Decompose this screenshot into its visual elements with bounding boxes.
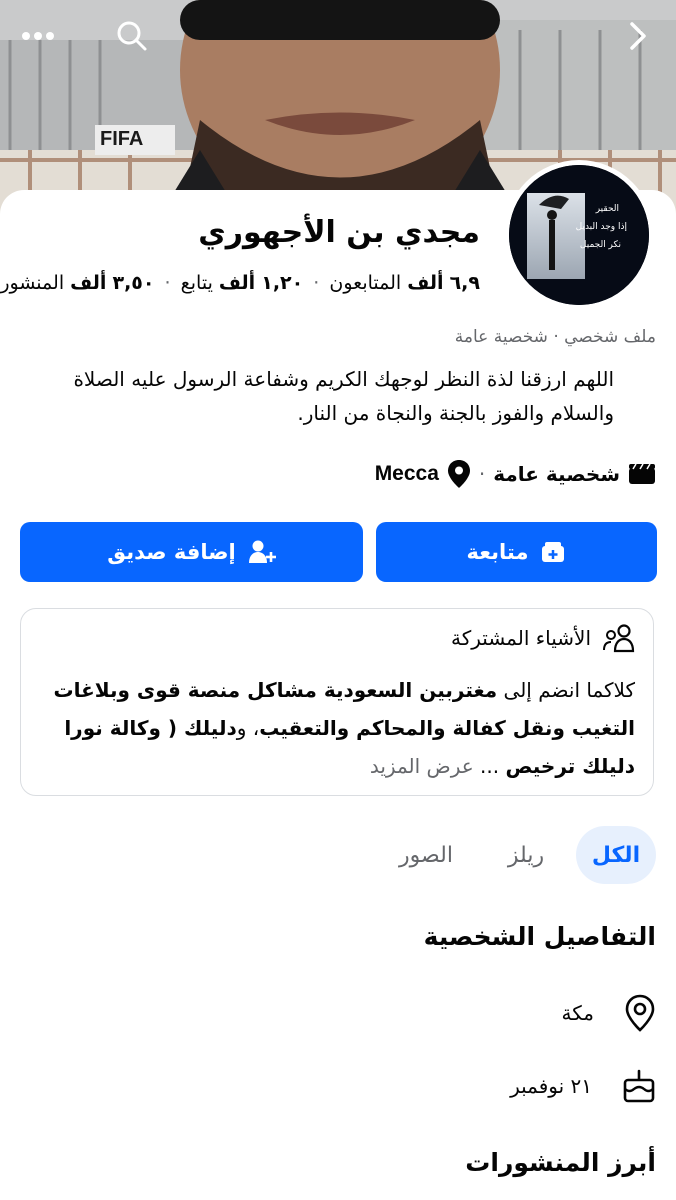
profile-meta: ملف شخصي · شخصية عامة bbox=[454, 327, 656, 347]
more-dots-icon bbox=[22, 32, 54, 40]
mutual-card-title: الأشياء المشتركة bbox=[451, 626, 591, 650]
follow-icon bbox=[542, 542, 565, 562]
see-more-link[interactable]: عرض المزيد bbox=[370, 754, 474, 778]
profile-category: شخصية عامة bbox=[493, 462, 620, 486]
profile-name: مجدي بن الأجهوري bbox=[198, 215, 480, 250]
back-button[interactable] bbox=[612, 10, 664, 62]
posts-count[interactable]: ٣,٥٠ bbox=[112, 272, 154, 294]
mutual-card-header: الأشياء المشتركة bbox=[451, 623, 635, 653]
mutual-ellipsis: ... bbox=[473, 754, 506, 778]
avatar-line-1: الحقير bbox=[595, 204, 619, 214]
follow-button-label: متابعة bbox=[466, 540, 529, 564]
avatar-image: الحقير إذا وجد البديل نكر الجميل bbox=[509, 165, 649, 305]
search-icon bbox=[117, 21, 147, 51]
avatar-art: الحقير إذا وجد البديل نكر الجميل bbox=[509, 165, 649, 305]
avatar-line-2: إذا وجد البديل bbox=[576, 222, 627, 232]
following-unit: ألف bbox=[218, 272, 256, 294]
following-label[interactable]: يتابع bbox=[181, 272, 213, 294]
add-friend-button[interactable]: إضافة صديق bbox=[20, 522, 363, 582]
more-options-button[interactable] bbox=[12, 10, 64, 62]
mutual-middle: ، و bbox=[236, 716, 260, 740]
tab-all[interactable]: الكل bbox=[576, 826, 656, 884]
stats-separator: · bbox=[313, 272, 320, 294]
profile-info-line: شخصية عامة · Mecca bbox=[375, 457, 656, 491]
personal-details-title: التفاصيل الشخصية bbox=[423, 922, 656, 951]
cover-text: FIFA bbox=[100, 128, 144, 150]
search-button[interactable] bbox=[106, 10, 158, 62]
stats-separator: · bbox=[164, 272, 171, 294]
location-pin-icon bbox=[625, 994, 655, 1032]
mutual-card-body: كلاكما انضم إلى مغتربين السعودية مشاكل م… bbox=[39, 671, 636, 785]
detail-birthday[interactable]: ٢١ نوفمبر bbox=[510, 1061, 656, 1111]
avatar-line-3: نكر الجميل bbox=[580, 240, 621, 250]
featured-posts-title: أبرز المنشورات bbox=[465, 1148, 656, 1177]
posts-unit: ألف bbox=[70, 272, 107, 294]
mutual-things-card[interactable]: الأشياء المشتركة كلاكما انضم إلى مغتربين… bbox=[20, 608, 654, 796]
detail-birthday-text: ٢١ نوفمبر bbox=[510, 1074, 592, 1098]
location-pin-icon bbox=[447, 460, 470, 488]
chevron-right-icon bbox=[630, 22, 646, 50]
add-friend-icon bbox=[248, 540, 276, 563]
birthday-cake-icon bbox=[623, 1069, 655, 1103]
clapperboard-icon bbox=[629, 463, 655, 484]
add-friend-button-label: إضافة صديق bbox=[107, 540, 236, 564]
followers-count[interactable]: ٦,٩ bbox=[450, 272, 480, 294]
tab-photos[interactable]: الصور bbox=[384, 826, 468, 884]
tab-reels[interactable]: ريلز bbox=[488, 826, 564, 884]
posts-label[interactable]: المنشورات bbox=[0, 272, 64, 294]
following-count[interactable]: ١,٢٠ bbox=[261, 272, 303, 294]
avatar[interactable]: الحقير إذا وجد البديل نكر الجميل bbox=[504, 160, 654, 310]
detail-location-text: مكة bbox=[561, 1001, 594, 1025]
people-icon bbox=[603, 624, 635, 653]
followers-unit: ألف bbox=[407, 272, 444, 294]
profile-stats: ٦,٩ ألف المتابعون · ١,٢٠ ألف يتابع · ٣,٥… bbox=[0, 272, 480, 294]
profile-bio: اللهم ارزقنا لذة النظر لوجهك الكريم وشفا… bbox=[73, 367, 614, 425]
mutual-prefix: كلاكما انضم إلى bbox=[503, 678, 635, 702]
detail-location[interactable]: مكة bbox=[562, 988, 656, 1038]
follow-button[interactable]: متابعة bbox=[376, 522, 657, 582]
followers-label[interactable]: المتابعون bbox=[329, 272, 401, 294]
info-separator: · bbox=[478, 462, 486, 486]
profile-location[interactable]: Mecca bbox=[375, 462, 439, 486]
